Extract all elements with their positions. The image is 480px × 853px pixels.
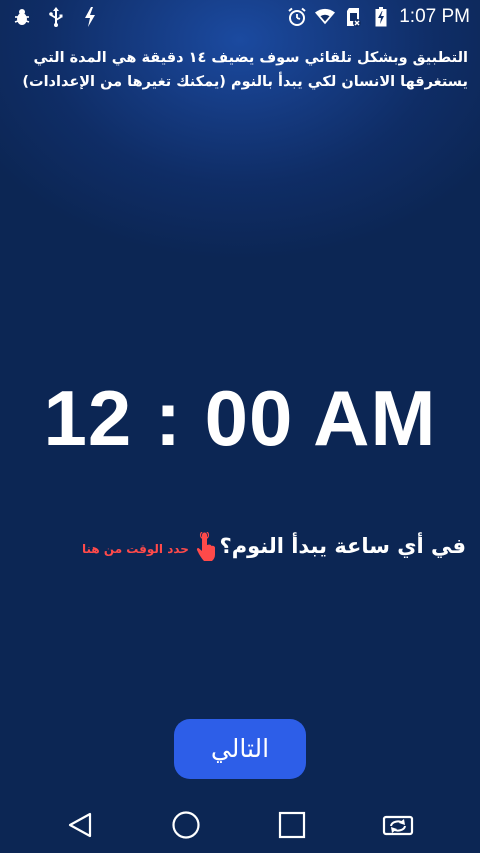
time-separator: :: [154, 374, 182, 462]
time-period[interactable]: AM: [313, 374, 436, 462]
question-row: في أي ساعة يبدأ النوم؟ حدد الوقت من هنا: [0, 530, 480, 570]
time-hour[interactable]: 12: [44, 374, 133, 462]
rotate-screen-button[interactable]: [378, 807, 418, 843]
back-button[interactable]: [60, 807, 100, 843]
time-hint[interactable]: حدد الوقت من هنا: [82, 530, 217, 566]
battery-charging-icon: [371, 6, 391, 28]
next-button[interactable]: التالي: [174, 719, 306, 779]
home-button[interactable]: [166, 807, 206, 843]
info-description: التطبيق وبشكل تلقائي سوف يضيف ١٤ دقيقة ه…: [22, 50, 468, 90]
alarm-clock-icon: [287, 6, 307, 28]
home-icon: [172, 811, 200, 839]
hint-text: حدد الوقت من هنا: [82, 542, 189, 556]
time-minute[interactable]: 00: [205, 374, 294, 462]
sleep-question: في أي ساعة يبدأ النوم؟: [219, 534, 466, 558]
sim-card-off-icon: [343, 6, 363, 28]
back-icon: [68, 812, 92, 838]
status-bar: 1:07 PM: [0, 0, 480, 34]
tap-finger-icon: [195, 530, 217, 566]
status-left-icons: [12, 6, 100, 28]
status-clock: 1:07 PM: [399, 6, 470, 27]
recents-icon: [278, 811, 306, 839]
app-screen: 1:07 PM التطبيق وبشكل تلقائي سوف يضيف ١٤…: [0, 0, 480, 853]
rotate-screen-icon: [382, 815, 414, 836]
navigation-bar: [0, 797, 480, 853]
wifi-icon: [315, 6, 336, 28]
time-picker-display[interactable]: 12 : 00 AM: [0, 372, 480, 464]
usb-icon: [46, 6, 66, 28]
status-right-icons: 1:07 PM: [287, 4, 470, 30]
bug-icon: [12, 6, 32, 28]
recents-button[interactable]: [272, 807, 312, 843]
charging-bolt-icon: [80, 6, 100, 28]
